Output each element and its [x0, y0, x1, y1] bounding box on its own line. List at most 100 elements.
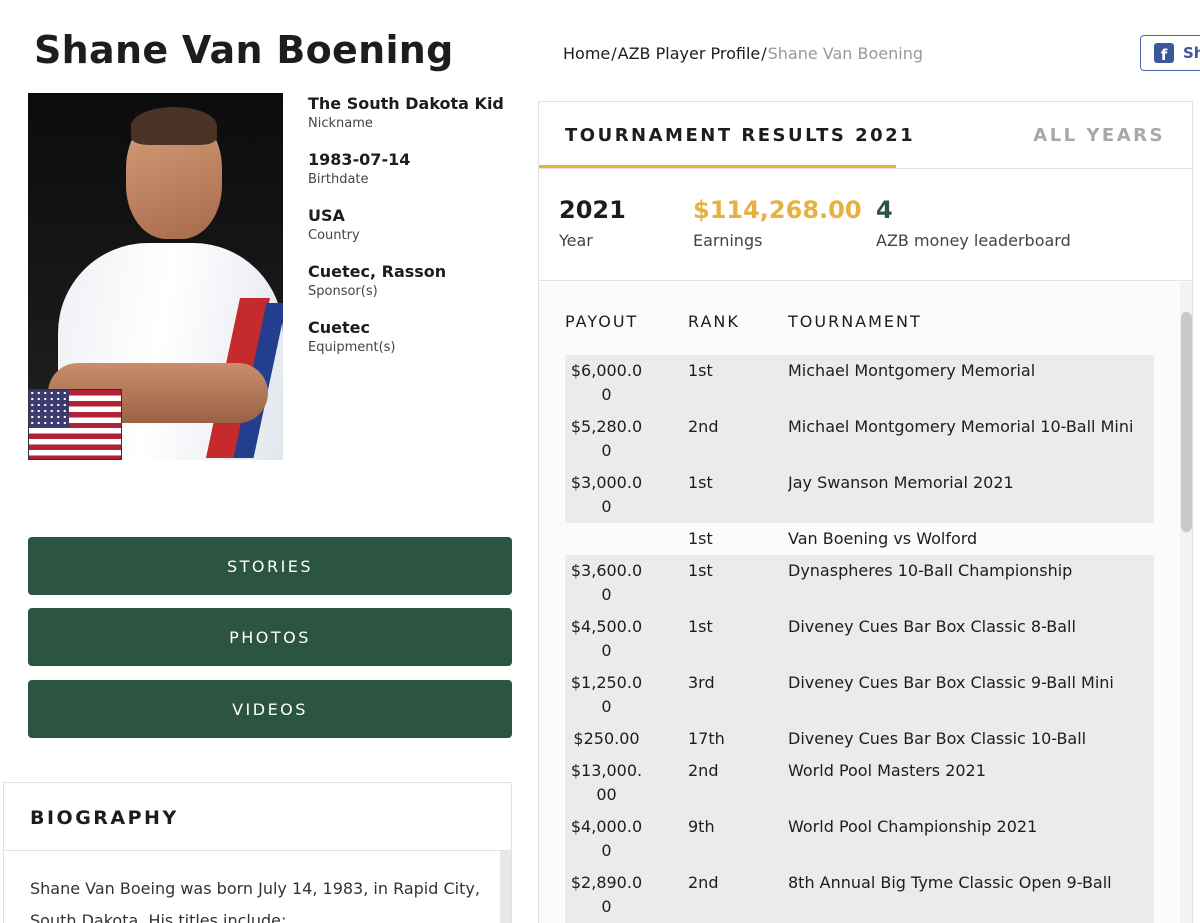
table-row: $1,250.00 3rd Diveney Cues Bar Box Classic…	[565, 667, 1154, 723]
divider	[4, 850, 511, 851]
payout-value: $3,600.00	[570, 561, 643, 604]
rank-cell: 1st	[688, 361, 713, 380]
rank-cell: 1st	[688, 529, 713, 548]
table-row: $3,000.00 1st Jay Swanson Memorial 2021	[565, 467, 1154, 523]
usa-flag-icon	[28, 389, 122, 460]
table-row: $4,000.00 9th World Pool Championship 2021	[565, 811, 1154, 867]
payout-value: $250.00	[573, 729, 640, 748]
tournament-link[interactable]: Diveney Cues Bar Box Classic 9-Ball Mini	[788, 671, 1154, 719]
table-row: $4,500.00 1st Diveney Cues Bar Box Classic…	[565, 611, 1154, 667]
table-row: $3,600.00 1st Dynaspheres 10-Ball Champion…	[565, 555, 1154, 611]
player-facts: The South Dakota Kid Nickname 1983-07-14…	[308, 95, 504, 375]
tournament-link[interactable]: Michael Montgomery Memorial	[788, 359, 1154, 407]
results-table-area: PAYOUT RANK TOURNAMENT $6,000.00 1st Micha…	[539, 282, 1192, 923]
breadcrumb-current: Shane Van Boening	[767, 44, 924, 63]
rank-cell: 1st	[688, 617, 713, 636]
tournament-link[interactable]: Diveney Cues Bar Box Classic 10-Ball	[788, 727, 1154, 751]
fact-label: Equipment(s)	[308, 340, 396, 355]
tournament-link[interactable]: Dynaspheres 10-Ball Championship	[788, 559, 1154, 607]
payout-cell: $3,000.00	[565, 471, 688, 519]
fact-value: 1983-07-14	[308, 150, 411, 169]
page-title: Shane Van Boening	[34, 28, 454, 72]
tab-all-years[interactable]: ALL YEARS	[1033, 125, 1165, 146]
payout-cell: $4,500.00	[565, 615, 688, 663]
rank-cell: 17th	[688, 729, 725, 748]
payout-value: $6,000.00	[570, 361, 643, 404]
fact-value: The South Dakota Kid	[308, 94, 504, 113]
biography-scrollbar[interactable]	[500, 851, 511, 923]
table-row: 1st Van Boening vs Wolford	[565, 523, 1154, 555]
tournament-link[interactable]: Diveney Cues Bar Box Classic 8-Ball	[788, 615, 1154, 663]
tournament-link[interactable]: Michael Montgomery Memorial 10-Ball Mini	[788, 415, 1154, 463]
fact-value: Cuetec	[308, 318, 370, 337]
payout-cell: $250.00	[565, 727, 688, 751]
table-row: $250.00 17th Diveney Cues Bar Box Classic …	[565, 723, 1154, 755]
results-table: $6,000.00 1st Michael Montgomery Memorial $…	[565, 355, 1154, 923]
stat-earnings: $114,268.00 Earnings	[693, 196, 862, 250]
stat-label: AZB money leaderboard	[876, 231, 1071, 250]
stat-label: Earnings	[693, 231, 763, 250]
tournament-link[interactable]: Jay Swanson Memorial 2021	[788, 471, 1154, 519]
facebook-share-button[interactable]: f Sh	[1140, 35, 1200, 71]
breadcrumb-separator: /	[761, 44, 767, 63]
stat-leaderboard: 4 AZB money leaderboard	[876, 196, 1071, 250]
fact-birthdate: 1983-07-14 Birthdate	[308, 151, 504, 188]
table-row: $6,000.00 1st Michael Montgomery Memorial	[565, 355, 1154, 411]
videos-button[interactable]: VIDEOS	[28, 680, 512, 738]
fact-label: Birthdate	[308, 172, 369, 187]
facebook-icon: f	[1154, 43, 1174, 63]
breadcrumb-home-link[interactable]: Home	[563, 44, 610, 63]
rank-cell: 1st	[688, 473, 713, 492]
tournament-link[interactable]: World Pool Masters 2021	[788, 759, 1154, 807]
fact-value: Cuetec, Rasson	[308, 262, 447, 281]
payout-cell: $2,890.00	[565, 871, 688, 919]
payout-cell	[565, 527, 688, 551]
table-row: $2,890.00 2nd 8th Annual Big Tyme Classic …	[565, 867, 1154, 923]
tournament-link[interactable]: World Pool Championship 2021	[788, 815, 1154, 863]
stat-value: 2021	[559, 196, 626, 224]
payout-cell: $13,000.00	[565, 759, 688, 807]
rank-cell: 9th	[688, 817, 715, 836]
photos-button[interactable]: PHOTOS	[28, 608, 512, 666]
fact-equipment: Cuetec Equipment(s)	[308, 319, 504, 356]
fact-label: Nickname	[308, 116, 373, 131]
payout-value: $3,000.00	[570, 473, 643, 516]
payout-value: $13,000.00	[570, 761, 643, 804]
column-header-tournament: TOURNAMENT	[788, 312, 922, 331]
tournament-results-card: TOURNAMENT RESULTS 2021 ALL YEARS 2021 Y…	[538, 101, 1193, 923]
payout-value: $2,890.00	[570, 873, 643, 916]
fact-value: USA	[308, 206, 345, 225]
rank-cell: 3rd	[688, 673, 715, 692]
tournament-link[interactable]: Van Boening vs Wolford	[788, 527, 1154, 551]
payout-value: $4,000.00	[570, 817, 643, 860]
biography-text: Shane Van Boeing was born July 14, 1983,…	[30, 879, 480, 923]
share-label: Sh	[1183, 44, 1200, 62]
payout-cell: $5,280.00	[565, 415, 688, 463]
breadcrumb-separator: /	[611, 44, 617, 63]
stories-button[interactable]: STORIES	[28, 537, 512, 595]
rank-cell: 2nd	[688, 761, 719, 780]
breadcrumb-profile-link[interactable]: AZB Player Profile	[618, 44, 761, 63]
table-row: $5,280.00 2nd Michael Montgomery Memorial …	[565, 411, 1154, 467]
payout-cell: $4,000.00	[565, 815, 688, 863]
payout-value: $4,500.00	[570, 617, 643, 660]
payout-value: $1,250.00	[570, 673, 643, 716]
rank-cell: 2nd	[688, 873, 719, 892]
fact-label: Country	[308, 228, 360, 243]
column-header-payout: PAYOUT	[565, 312, 639, 331]
payout-value: $5,280.00	[570, 417, 643, 460]
tab-results-2021[interactable]: TOURNAMENT RESULTS 2021	[565, 125, 915, 146]
fact-label: Sponsor(s)	[308, 284, 378, 299]
biography-title: BIOGRAPHY	[30, 807, 179, 829]
stat-value: 4	[876, 196, 893, 224]
tournament-link[interactable]: 8th Annual Big Tyme Classic Open 9-Ball	[788, 871, 1154, 919]
table-row: $13,000.00 2nd World Pool Masters 2021	[565, 755, 1154, 811]
fact-nickname: The South Dakota Kid Nickname	[308, 95, 504, 132]
payout-cell: $3,600.00	[565, 559, 688, 607]
payout-cell: $1,250.00	[565, 671, 688, 719]
stat-value: $114,268.00	[693, 196, 862, 224]
column-header-rank: RANK	[688, 312, 740, 331]
stat-year: 2021 Year	[559, 196, 626, 250]
biography-card: BIOGRAPHY Shane Van Boeing was born July…	[3, 782, 512, 923]
results-scrollbar-thumb[interactable]	[1181, 312, 1192, 532]
